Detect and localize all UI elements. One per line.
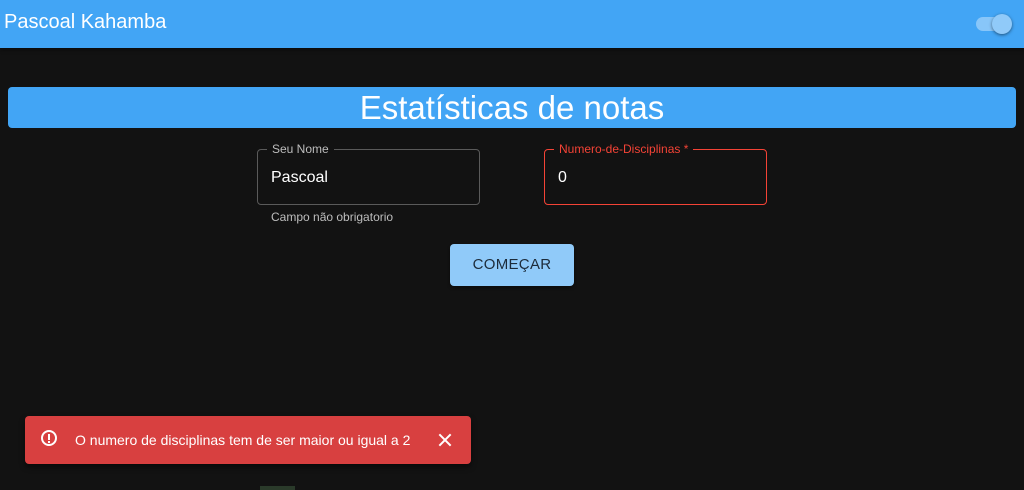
disciplines-field-label: Numero-de-Disciplinas * <box>554 142 694 156</box>
start-button[interactable]: COMEÇAR <box>450 244 574 286</box>
theme-toggle-switch[interactable] <box>974 12 1014 36</box>
background-sliver <box>260 486 295 490</box>
error-outline-icon <box>41 430 57 446</box>
page-title-banner: Estatísticas de notas <box>8 87 1016 128</box>
app-title: Pascoal Kahamba <box>4 11 167 33</box>
name-field-label: Seu Nome <box>267 142 334 156</box>
name-field[interactable]: Seu Nome Pascoal <box>257 142 480 205</box>
disciplines-number-field[interactable]: Numero-de-Disciplinas * 0 <box>544 142 767 205</box>
switch-thumb[interactable] <box>992 14 1012 34</box>
name-field-helper-text: Campo não obrigatorio <box>271 210 394 224</box>
app-bar: Pascoal Kahamba <box>0 0 1024 48</box>
page-title: Estatísticas de notas <box>359 89 665 126</box>
error-snackbar: O numero de disciplinas tem de ser maior… <box>25 416 471 464</box>
disciplines-field-value[interactable]: 0 <box>558 168 567 188</box>
snackbar-message: O numero de disciplinas tem de ser maior… <box>75 432 411 448</box>
close-icon[interactable] <box>438 433 452 447</box>
name-field-value[interactable]: Pascoal <box>271 168 328 188</box>
